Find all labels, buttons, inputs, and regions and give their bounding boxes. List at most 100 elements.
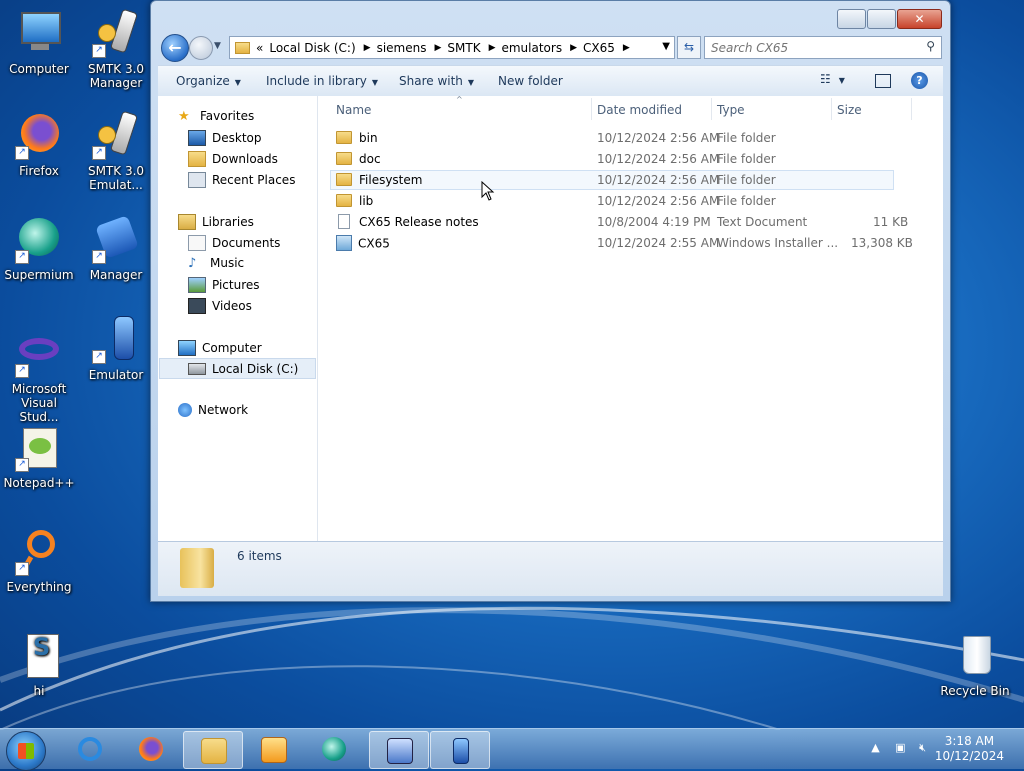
- file-row-release-notes[interactable]: CX65 Release notes 10/8/2004 4:19 PM Tex…: [330, 212, 908, 232]
- file-row-lib[interactable]: lib 10/12/2024 2:56 AM File folder: [330, 191, 894, 211]
- file-row-filesystem[interactable]: Filesystem 10/12/2024 2:56 AM File folde…: [330, 170, 894, 190]
- taskbar-media-player[interactable]: [244, 731, 302, 767]
- file-row-cx65-installer[interactable]: CX65 10/12/2024 2:55 AM Windows Installe…: [330, 233, 913, 253]
- file-name: CX65 Release notes: [336, 214, 479, 230]
- visual-studio-icon: ↗: [15, 330, 63, 378]
- column-size[interactable]: Size: [837, 103, 862, 117]
- desktop-icon-emulator[interactable]: ↗ Emulator: [78, 316, 154, 382]
- item-count: 6 items: [237, 549, 282, 563]
- taskbar-smtk-manager[interactable]: [369, 731, 429, 769]
- column-divider[interactable]: [911, 98, 912, 120]
- file-date: 10/12/2024 2:56 AM: [597, 173, 720, 187]
- nav-recent-places[interactable]: Recent Places: [188, 172, 295, 188]
- nav-desktop[interactable]: Desktop: [188, 130, 262, 146]
- address-overflow[interactable]: «: [256, 41, 263, 55]
- nav-pictures[interactable]: Pictures: [188, 277, 260, 293]
- notepad-plus-icon: ↗: [15, 424, 63, 472]
- desktop-icon-smtk-manager[interactable]: ↗ SMTK 3.0 Manager: [78, 8, 154, 90]
- column-name[interactable]: Name: [336, 103, 371, 117]
- desktop-icon-smtk-emulator[interactable]: ↗ SMTK 3.0 Emulat...: [78, 110, 154, 192]
- nav-local-disk[interactable]: Local Disk (C:): [159, 358, 316, 379]
- address-bar[interactable]: « Local Disk (C:) ▶ siemens ▶ SMTK ▶ emu…: [229, 36, 675, 59]
- file-row-bin[interactable]: bin 10/12/2024 2:56 AM File folder: [330, 128, 894, 148]
- phone-manager-icon: [387, 738, 413, 764]
- desktop-icon-supermium[interactable]: ↗ Supermium: [1, 216, 77, 282]
- phone-manager-icon: ↗: [92, 215, 140, 264]
- breadcrumb-smtk[interactable]: SMTK: [447, 41, 480, 55]
- desktop-icon-hi[interactable]: S hi: [1, 632, 77, 698]
- taskbar-file-explorer[interactable]: [183, 731, 243, 769]
- search-box[interactable]: ⚲: [704, 36, 942, 59]
- forward-button[interactable]: [189, 36, 213, 60]
- file-type: File folder: [717, 194, 776, 208]
- taskbar-internet-explorer[interactable]: [61, 731, 119, 767]
- new-folder-button[interactable]: New folder: [498, 74, 563, 88]
- breadcrumb-separator-icon[interactable]: ▶: [434, 43, 441, 53]
- breadcrumb-separator-icon[interactable]: ▶: [570, 43, 577, 53]
- breadcrumb-cx65[interactable]: CX65: [583, 41, 615, 55]
- minimize-button[interactable]: [837, 9, 866, 29]
- volume-muted-icon[interactable]: 🔇︎: [919, 741, 926, 754]
- nav-videos[interactable]: Videos: [188, 298, 252, 314]
- script-file-icon: S: [15, 632, 63, 680]
- desktop-icon-everything[interactable]: ↗ Everything: [1, 528, 77, 594]
- share-with-button[interactable]: Share with ▼: [399, 74, 474, 88]
- recent-pages-dropdown[interactable]: ▼: [214, 41, 221, 51]
- show-hidden-icons-icon[interactable]: ▲: [871, 741, 879, 754]
- nav-favorites[interactable]: ★ Favorites: [178, 109, 254, 124]
- supermium-icon: [322, 737, 346, 761]
- desktop-icon: [188, 130, 206, 146]
- nav-documents[interactable]: Documents: [188, 235, 280, 251]
- breadcrumb-separator-icon[interactable]: ▶: [489, 43, 496, 53]
- column-divider[interactable]: [591, 98, 592, 120]
- clock[interactable]: 3:18 AM 10/12/2024: [935, 734, 1004, 764]
- shortcut-arrow-icon: ↗: [15, 562, 29, 576]
- shortcut-arrow-icon: ↗: [92, 146, 106, 160]
- start-button[interactable]: [6, 731, 46, 771]
- network-status-icon[interactable]: ▣: [895, 741, 905, 754]
- close-button[interactable]: ✕: [897, 9, 942, 29]
- firefox-icon: [139, 737, 163, 761]
- file-row-doc[interactable]: doc 10/12/2024 2:56 AM File folder: [330, 149, 894, 169]
- nav-music[interactable]: ♪ Music: [188, 256, 244, 271]
- desktop-icon-computer[interactable]: Computer: [1, 10, 77, 76]
- search-input[interactable]: [705, 37, 913, 58]
- breadcrumb-siemens[interactable]: siemens: [377, 41, 427, 55]
- taskbar-supermium[interactable]: [305, 731, 363, 767]
- file-type: File folder: [717, 152, 776, 166]
- explorer-window[interactable]: ✕ ← ▼ « Local Disk (C:) ▶ siemens ▶ SMTK…: [150, 0, 951, 602]
- nav-computer[interactable]: Computer: [178, 340, 262, 356]
- breadcrumb-separator-icon[interactable]: ▶: [623, 43, 630, 53]
- nav-network[interactable]: Network: [178, 403, 248, 417]
- address-dropdown-icon[interactable]: ▼: [662, 41, 670, 52]
- desktop-icon-manager[interactable]: ↗ Manager: [78, 215, 154, 282]
- desktop-icon-visual-studio[interactable]: ↗ Microsoft Visual Stud...: [1, 330, 77, 424]
- clock-time: 3:18 AM: [944, 734, 995, 748]
- maximize-button[interactable]: [867, 9, 896, 29]
- nav-downloads[interactable]: Downloads: [188, 151, 278, 167]
- nav-libraries[interactable]: Libraries: [178, 214, 254, 230]
- organize-button[interactable]: Organize ▼: [176, 74, 241, 88]
- help-button[interactable]: ?: [911, 72, 928, 89]
- desktop-icon-notepad-plus[interactable]: ↗ Notepad++: [1, 424, 77, 490]
- change-view-button[interactable]: ☷ ▼: [820, 72, 845, 90]
- breadcrumb-local-disk[interactable]: Local Disk (C:): [269, 41, 355, 55]
- taskbar-firefox[interactable]: [122, 731, 180, 767]
- file-date: 10/12/2024 2:56 AM: [597, 194, 720, 208]
- refresh-button[interactable]: ⇆: [677, 36, 701, 59]
- breadcrumb-separator-icon[interactable]: ▶: [364, 43, 371, 53]
- breadcrumb-emulators[interactable]: emulators: [501, 41, 562, 55]
- desktop-icon-recycle-bin[interactable]: Recycle Bin: [937, 632, 1013, 698]
- column-type[interactable]: Type: [717, 103, 745, 117]
- column-divider[interactable]: [831, 98, 832, 120]
- back-button[interactable]: ←: [161, 34, 189, 62]
- recent-places-icon: [188, 172, 206, 188]
- search-icon[interactable]: ⚲: [926, 39, 935, 53]
- recycle-bin-icon: [951, 632, 999, 680]
- column-date[interactable]: Date modified: [597, 103, 682, 117]
- column-divider[interactable]: [711, 98, 712, 120]
- taskbar-emulator[interactable]: [430, 731, 490, 769]
- preview-pane-button[interactable]: [875, 72, 891, 90]
- desktop-icon-firefox[interactable]: ↗ Firefox: [1, 112, 77, 178]
- include-in-library-button[interactable]: Include in library ▼: [266, 74, 378, 88]
